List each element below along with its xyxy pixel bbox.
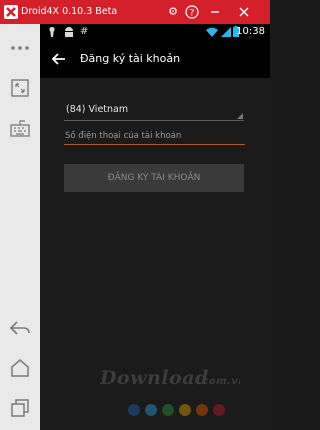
country-select[interactable]: (84) Vietnam: [64, 102, 244, 121]
phone-number-input[interactable]: [64, 128, 245, 145]
settings-icon[interactable]: ⚙: [165, 4, 181, 20]
page-title: Đăng ký tài khoản: [80, 52, 181, 65]
home-icon[interactable]: [8, 356, 32, 380]
minimize-icon[interactable]: [207, 4, 223, 20]
back-icon[interactable]: [8, 316, 32, 340]
back-arrow-icon[interactable]: [48, 48, 70, 70]
window-titlebar: Droid4X 0.10.3 Beta ⚙ ?: [0, 0, 270, 24]
register-button[interactable]: ĐĂNG KÝ TÀI KHOẢN: [64, 164, 244, 192]
close-icon[interactable]: [236, 4, 252, 20]
droid4x-logo-icon: [4, 5, 18, 19]
watermark-dot: [213, 404, 225, 416]
watermark-dot: [128, 404, 140, 416]
hash-icon: #: [80, 26, 89, 37]
country-value: (84) Vietnam: [66, 104, 129, 115]
action-bar: Đăng ký tài khoản: [40, 40, 270, 78]
svg-text:?: ?: [190, 9, 195, 19]
help-icon[interactable]: ?: [184, 4, 200, 20]
keyboard-mapping-icon[interactable]: [8, 116, 32, 140]
watermark-dot: [196, 404, 208, 416]
emulator-sidebar: [0, 24, 41, 430]
dropdown-corner-icon: [237, 113, 243, 119]
watermark-dots: [128, 401, 230, 416]
svg-text:Download: Download: [100, 367, 209, 389]
watermark-dot: [162, 404, 174, 416]
status-bar: # 10:38: [40, 24, 270, 40]
watermark-dot: [145, 404, 157, 416]
svg-text:.com.vn: .com.vn: [198, 376, 240, 387]
download-watermark-logo: Download .com.vn: [99, 364, 245, 395]
recent-apps-icon[interactable]: [8, 396, 32, 420]
signal-icon: [221, 27, 231, 41]
more-options-icon[interactable]: [8, 36, 32, 60]
android-screen: # 10:38 Đăng ký tài khoản (84) Vietnam Đ…: [40, 24, 270, 430]
window-title: Droid4X 0.10.3 Beta: [21, 6, 118, 17]
status-time: 10:38: [236, 26, 265, 37]
fullscreen-icon[interactable]: [8, 76, 32, 100]
wifi-icon: [206, 27, 218, 41]
watermark-dot: [179, 404, 191, 416]
